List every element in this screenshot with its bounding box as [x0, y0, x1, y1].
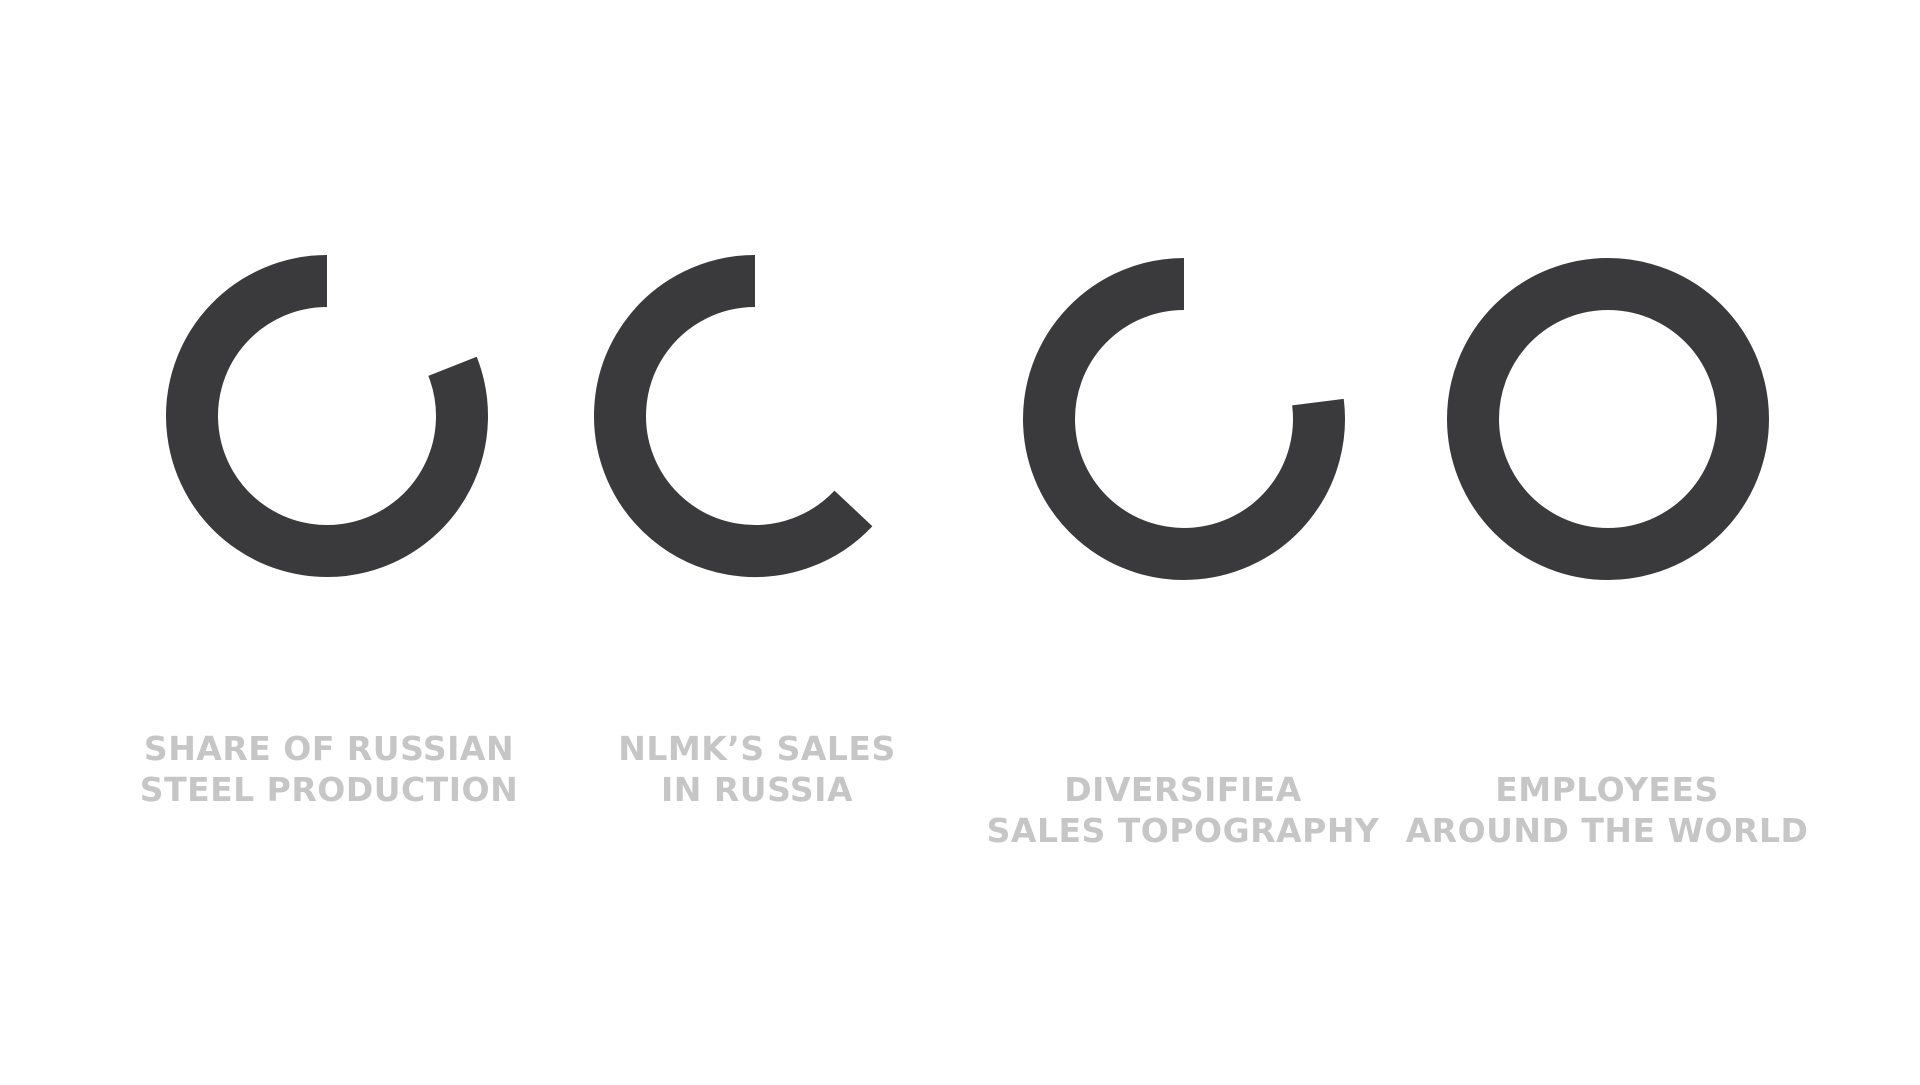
ring-nlmk-sales-in-russia: [594, 255, 873, 577]
caption-line: IN RUSSIA: [661, 770, 853, 809]
caption-diversified-sales-topography: DIVERSIFIEA SALES TOPOGRAPHY: [943, 769, 1423, 851]
caption-line: EMPLOYEES: [1495, 770, 1719, 809]
caption-employees-around-the-world: EMPLOYEES AROUND THE WORLD: [1367, 769, 1847, 851]
caption-share-of-russian-steel-production: SHARE OF RUSSIAN STEEL PRODUCTION: [89, 728, 569, 810]
caption-line: STEEL PRODUCTION: [139, 770, 519, 809]
caption-line: DIVERSIFIEA: [1064, 770, 1302, 809]
caption-line: SHARE OF RUSSIAN: [143, 729, 515, 768]
ring-share-of-russian-steel-production: [166, 255, 488, 577]
ring-charts-svg: [166, 255, 1769, 580]
caption-nlmk-sales-in-russia: NLMK’S SALES IN RUSSIA: [517, 728, 997, 810]
caption-line: NLMK’S SALES: [618, 729, 896, 768]
ring-employees-around-the-world: [1447, 258, 1769, 580]
ring-charts-panel: SHARE OF RUSSIAN STEEL PRODUCTION NLMK’S…: [0, 0, 1920, 1080]
ring-diversified-sales-topography: [1023, 258, 1345, 580]
caption-line: SALES TOPOGRAPHY: [986, 811, 1380, 850]
caption-line: AROUND THE WORLD: [1405, 811, 1809, 850]
